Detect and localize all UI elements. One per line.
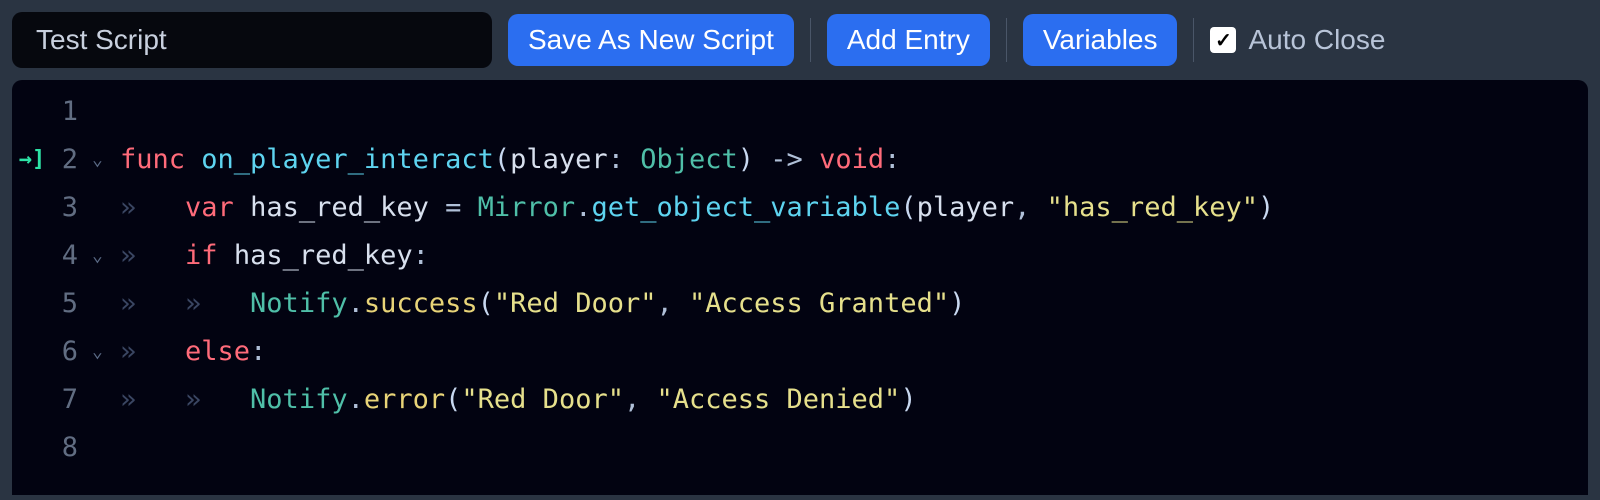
- fold-icon[interactable]: ⌄: [92, 328, 120, 376]
- line-number: 5: [52, 280, 92, 328]
- code-line[interactable]: 8: [12, 424, 1588, 472]
- code-line[interactable]: →]2⌄func on_player_interact(player: Obje…: [12, 136, 1588, 184]
- line-number: 4: [52, 232, 92, 280]
- divider: [1193, 18, 1194, 62]
- code-content[interactable]: » » Notify.error("Red Door", "Access Den…: [120, 376, 1588, 424]
- toolbar: Save As New Script Add Entry Variables ✓…: [12, 12, 1588, 68]
- auto-close-label: Auto Close: [1248, 24, 1385, 56]
- divider: [1006, 18, 1007, 62]
- line-number: 3: [52, 184, 92, 232]
- fold-icon[interactable]: ⌄: [92, 232, 120, 280]
- code-line[interactable]: 1: [12, 88, 1588, 136]
- divider: [810, 18, 811, 62]
- code-content[interactable]: » » Notify.success("Red Door", "Access G…: [120, 280, 1588, 328]
- save-as-new-button[interactable]: Save As New Script: [508, 14, 794, 66]
- line-number: 2: [52, 136, 92, 184]
- script-name-input[interactable]: [12, 12, 492, 68]
- code-content[interactable]: func on_player_interact(player: Object) …: [120, 136, 1588, 184]
- code-line[interactable]: 3 » var has_red_key = Mirror.get_object_v…: [12, 184, 1588, 232]
- line-number: 1: [52, 88, 92, 136]
- auto-close-toggle[interactable]: ✓ Auto Close: [1210, 24, 1385, 56]
- line-number: 6: [52, 328, 92, 376]
- fold-icon[interactable]: ⌄: [92, 136, 120, 184]
- code-line[interactable]: 4⌄» if has_red_key:: [12, 232, 1588, 280]
- code-editor[interactable]: 1→]2⌄func on_player_interact(player: Obj…: [12, 80, 1588, 495]
- code-content[interactable]: » if has_red_key:: [120, 232, 1588, 280]
- code-content[interactable]: » else:: [120, 328, 1588, 376]
- code-line[interactable]: 6⌄» else:: [12, 328, 1588, 376]
- entry-point-icon: →]: [12, 136, 52, 184]
- line-number: 8: [52, 424, 92, 472]
- line-number: 7: [52, 376, 92, 424]
- code-content[interactable]: » var has_red_key = Mirror.get_object_va…: [120, 184, 1588, 232]
- checkbox-icon: ✓: [1210, 27, 1236, 53]
- code-line[interactable]: 7 » » Notify.error("Red Door", "Access De…: [12, 376, 1588, 424]
- variables-button[interactable]: Variables: [1023, 14, 1178, 66]
- add-entry-button[interactable]: Add Entry: [827, 14, 990, 66]
- code-line[interactable]: 5 » » Notify.success("Red Door", "Access …: [12, 280, 1588, 328]
